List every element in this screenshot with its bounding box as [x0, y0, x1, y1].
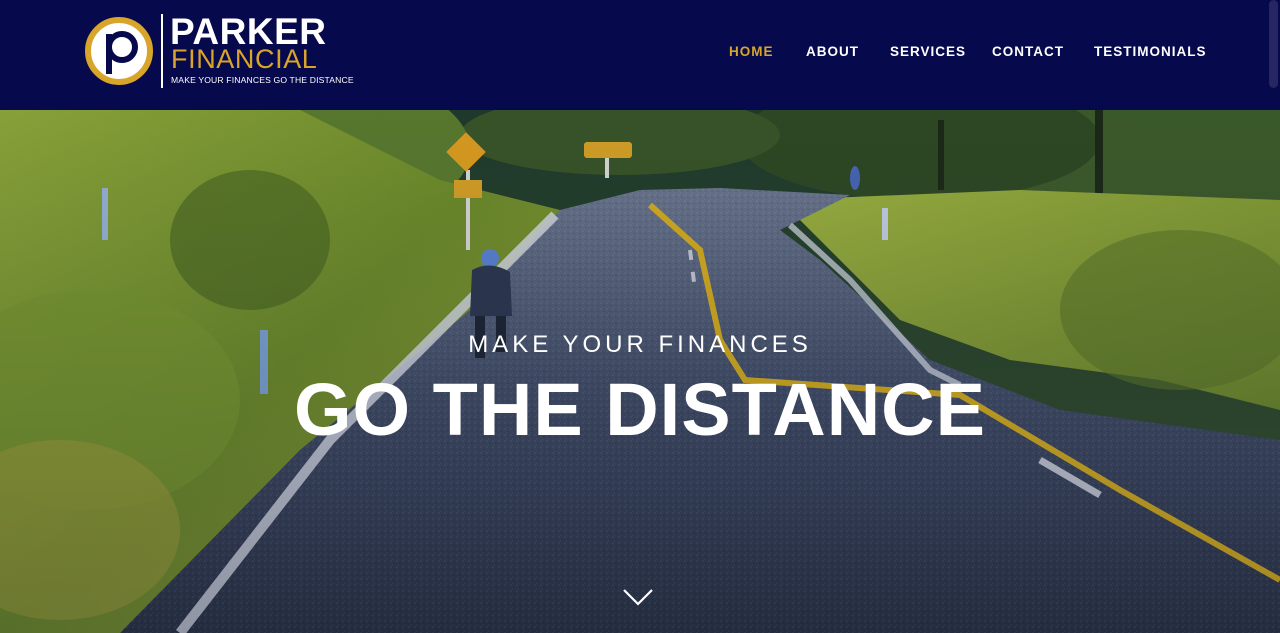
main-nav: HOME ABOUT SERVICES CONTACT TESTIMONIALS: [0, 44, 1280, 64]
site-header: PARKER FINANCIAL MAKE YOUR FINANCES GO T…: [0, 0, 1280, 110]
logo-tagline: MAKE YOUR FINANCES GO THE DISTANCE: [171, 75, 354, 85]
nav-testimonials[interactable]: TESTIMONIALS: [1094, 44, 1207, 59]
chevron-down-icon[interactable]: [622, 586, 654, 608]
nav-about[interactable]: ABOUT: [806, 44, 859, 59]
hero-title: GO THE DISTANCE: [294, 368, 986, 451]
nav-contact[interactable]: CONTACT: [992, 44, 1064, 59]
nav-home[interactable]: HOME: [729, 44, 774, 59]
hero-section: MAKE YOUR FINANCES GO THE DISTANCE: [0, 110, 1280, 633]
hero-kicker: MAKE YOUR FINANCES: [468, 331, 812, 358]
page-scrollbar[interactable]: [1269, 0, 1278, 88]
nav-services[interactable]: SERVICES: [890, 44, 966, 59]
